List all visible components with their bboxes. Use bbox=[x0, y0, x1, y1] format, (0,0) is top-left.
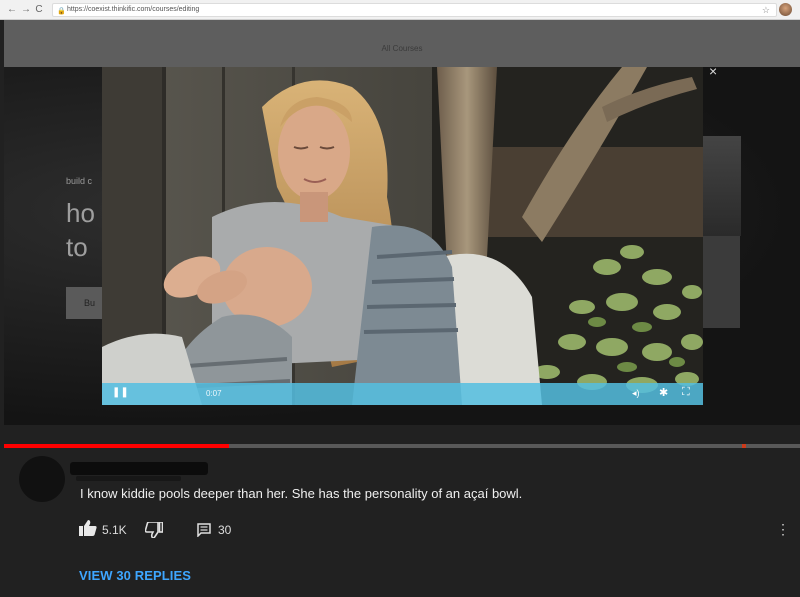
hero-heading-line2: to bbox=[66, 232, 88, 262]
site-header: All Courses bbox=[4, 20, 800, 67]
url-text: https://coexist.thinkific.com/courses/ed… bbox=[67, 6, 200, 13]
hero-buy-button[interactable]: Bu bbox=[66, 287, 106, 319]
reload-icon[interactable]: C bbox=[31, 4, 47, 15]
star-icon[interactable]: ☆ bbox=[762, 4, 770, 16]
redacted-timestamp bbox=[76, 476, 181, 481]
lock-icon: 🔒 bbox=[57, 8, 66, 15]
side-card-thumbnail bbox=[703, 136, 741, 236]
comment-text: I know kiddie pools deeper than her. She… bbox=[80, 486, 523, 501]
volume-icon[interactable]: ◂) bbox=[632, 388, 640, 399]
settings-icon[interactable]: ✱ bbox=[659, 386, 668, 399]
close-icon[interactable]: × bbox=[709, 63, 717, 79]
hero-heading-line1: ho bbox=[66, 198, 95, 228]
hero-eyebrow: build c bbox=[66, 176, 93, 186]
commenter-avatar[interactable] bbox=[19, 456, 65, 502]
redacted-username bbox=[70, 462, 208, 475]
reply-count: 30 bbox=[218, 523, 232, 537]
fullscreen-icon[interactable]: ⛶ bbox=[682, 386, 690, 399]
pause-icon[interactable]: ❚❚ bbox=[112, 387, 129, 398]
more-options-icon[interactable]: ⋮ bbox=[776, 521, 790, 538]
view-replies-link[interactable]: VIEW 30 REPLIES bbox=[79, 568, 191, 583]
video-player[interactable] bbox=[102, 67, 703, 405]
address-bar[interactable]: 🔒 https://coexist.thinkific.com/courses/… bbox=[52, 3, 777, 17]
video-frame bbox=[102, 67, 703, 405]
thumbs-down-icon[interactable] bbox=[144, 521, 164, 543]
screenshot: ← → C 🔒 https://coexist.thinkific.com/co… bbox=[0, 0, 800, 597]
all-courses-link[interactable]: All Courses bbox=[4, 44, 800, 53]
reply-icon[interactable] bbox=[197, 523, 211, 542]
profile-avatar[interactable] bbox=[779, 3, 792, 16]
like-count: 5.1K bbox=[102, 523, 127, 537]
side-card bbox=[702, 136, 741, 328]
current-time: 0:07 bbox=[206, 389, 222, 398]
youtube-progress-bar[interactable] bbox=[4, 444, 800, 448]
player-controls: ❚❚ 0:07 ◂) ✱ ⛶ bbox=[102, 383, 703, 405]
thumbs-up-icon[interactable] bbox=[79, 520, 97, 541]
progress-played bbox=[4, 444, 229, 448]
progress-marker bbox=[742, 444, 746, 448]
browser-toolbar: ← → C 🔒 https://coexist.thinkific.com/co… bbox=[0, 0, 800, 20]
